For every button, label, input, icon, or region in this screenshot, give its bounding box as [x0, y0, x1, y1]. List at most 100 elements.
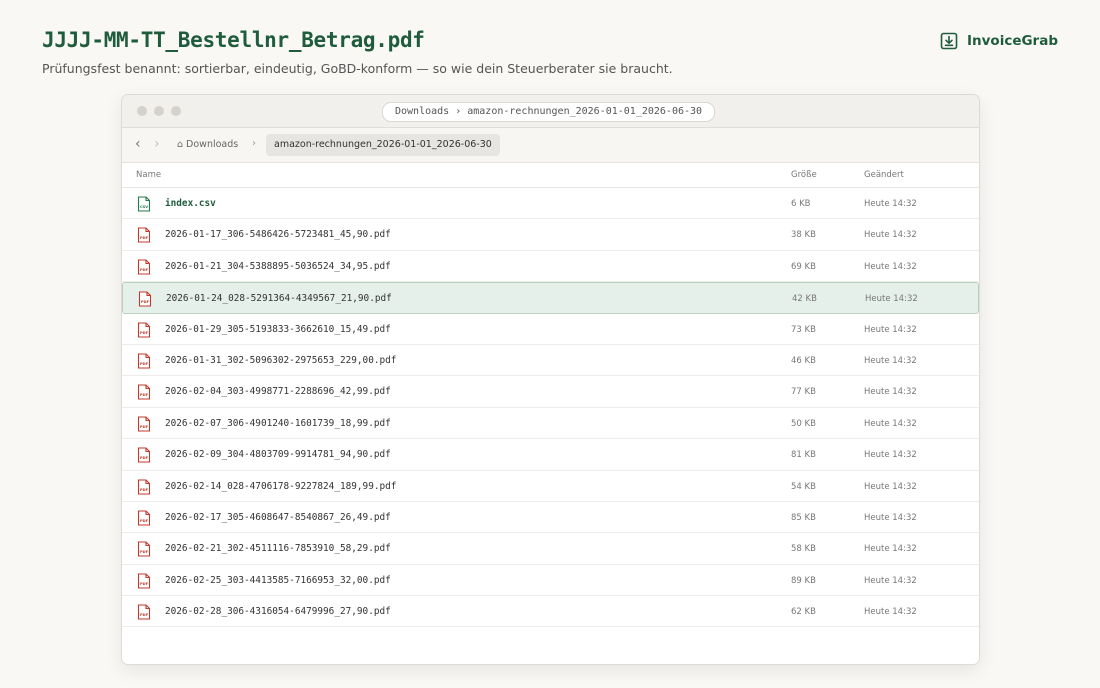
file-size: 58 KB — [791, 544, 816, 555]
pdf-file-icon: PDF — [137, 604, 151, 624]
file-name: index.csv — [165, 198, 216, 209]
forward-button[interactable]: › — [154, 136, 160, 152]
pdf-file-icon: PDF — [137, 416, 151, 436]
file-name: 2026-01-29_305-5193833-3662610_15,49.pdf — [165, 323, 391, 335]
svg-text:CSV: CSV — [140, 205, 148, 209]
pdf-file-icon: PDF — [137, 259, 151, 279]
file-name: 2026-01-21_304-5388895-5036524_34,95.pdf — [165, 260, 391, 272]
svg-text:PDF: PDF — [141, 300, 150, 304]
svg-text:PDF: PDF — [140, 613, 149, 617]
column-modified-header[interactable]: Geändert — [864, 170, 904, 180]
file-modified: Heute 14:32 — [864, 387, 917, 398]
file-size: 89 KB — [791, 575, 816, 586]
brand-name: InvoiceGrab — [966, 33, 1058, 49]
file-modified: Heute 14:32 — [864, 199, 917, 209]
file-name: 2026-02-04_303-4998771-2288696_42,99.pdf — [165, 386, 391, 398]
pdf-file-icon: PDF — [137, 384, 151, 404]
file-row[interactable]: PDF 2026-02-09_304-4803709-9914781_94,90.… — [122, 439, 979, 471]
file-size: 38 KB — [791, 230, 816, 241]
svg-text:PDF: PDF — [140, 456, 149, 460]
file-row[interactable]: PDF 2026-01-17_306-5486426-5723481_45,90.… — [122, 219, 979, 251]
file-modified: Heute 14:32 — [864, 324, 917, 335]
window-titlebar: Downloads › amazon-rechnungen_2026-01-01… — [122, 95, 979, 128]
file-name: 2026-02-17_305-4608647-8540867_26,49.pdf — [165, 511, 391, 523]
page-title: JJJJ-MM-TT_Bestellnr_Betrag.pdf — [42, 28, 425, 52]
pdf-file-icon: PDF — [137, 227, 151, 247]
browser-toolbar: ‹ › ⌂ Downloads › amazon-rechnungen_2026… — [122, 128, 979, 163]
file-modified: Heute 14:32 — [864, 230, 917, 241]
file-modified: Heute 14:32 — [864, 261, 917, 272]
file-row[interactable]: PDF 2026-02-21_302-4511116-7853910_58,29.… — [122, 533, 979, 565]
column-size-header[interactable]: Größe — [791, 170, 817, 180]
file-name: 2026-01-17_306-5486426-5723481_45,90.pdf — [165, 229, 391, 241]
file-browser-window: Downloads › amazon-rechnungen_2026-01-01… — [121, 94, 980, 665]
file-modified: Heute 14:32 — [864, 418, 917, 429]
download-icon — [940, 32, 958, 50]
file-row[interactable]: CSV index.csv 6 KB Heute 14:32 — [122, 188, 979, 220]
file-name: 2026-02-21_302-4511116-7853910_58,29.pdf — [165, 543, 391, 555]
page-subtitle: Prüfungsfest benannt: sortierbar, eindeu… — [42, 61, 673, 76]
breadcrumb-separator: › — [252, 138, 256, 149]
file-size: 81 KB — [791, 450, 816, 461]
file-row[interactable]: PDF 2026-01-31_302-5096302-2975653_229,00… — [122, 345, 979, 377]
file-size: 50 KB — [791, 418, 816, 429]
file-row[interactable]: PDF 2026-01-29_305-5193833-3662610_15,49.… — [122, 314, 979, 345]
file-name: 2026-02-25_303-4413585-7166953_32,00.pdf — [165, 574, 391, 586]
svg-text:PDF: PDF — [140, 582, 149, 586]
file-modified: Heute 14:32 — [864, 355, 917, 366]
svg-text:PDF: PDF — [140, 425, 149, 429]
window-zoom-dot[interactable] — [171, 106, 181, 116]
file-name: 2026-02-14_028-4706178-9227824_189,99.pd… — [165, 480, 397, 492]
back-button[interactable]: ‹ — [135, 136, 141, 152]
pdf-file-icon: PDF — [137, 541, 151, 561]
file-row[interactable]: PDF 2026-02-14_028-4706178-9227824_189,99… — [122, 471, 979, 502]
file-size: 69 KB — [791, 261, 816, 272]
csv-file-icon: CSV — [137, 196, 151, 216]
pdf-file-icon: PDF — [137, 510, 151, 530]
pdf-file-icon: PDF — [138, 291, 152, 311]
window-path: Downloads › amazon-rechnungen_2026-01-01… — [382, 102, 716, 122]
svg-text:PDF: PDF — [140, 362, 149, 366]
column-name-header[interactable]: Name — [136, 170, 161, 180]
file-modified: Heute 14:32 — [864, 575, 917, 586]
file-row[interactable]: PDF 2026-02-28_306-4316054-6479996_27,90.… — [122, 596, 979, 628]
svg-text:PDF: PDF — [140, 488, 149, 492]
file-size: 73 KB — [791, 324, 816, 335]
file-row[interactable]: PDF 2026-01-21_304-5388895-5036524_34,95.… — [122, 251, 979, 283]
file-name: 2026-01-24_028-5291364-4349567_21,90.pdf — [166, 293, 392, 305]
brand-link[interactable]: InvoiceGrab — [940, 32, 1058, 50]
file-size: 54 KB — [791, 481, 816, 492]
file-row[interactable]: PDF 2026-02-25_303-4413585-7166953_32,00.… — [122, 565, 979, 597]
file-size: 46 KB — [791, 355, 816, 366]
file-row[interactable]: PDF 2026-02-04_303-4998771-2288696_42,99.… — [122, 376, 979, 408]
pdf-file-icon: PDF — [137, 447, 151, 467]
column-header: Name Größe Geändert — [122, 163, 979, 188]
file-size: 6 KB — [791, 199, 811, 209]
file-modified: Heute 14:32 — [864, 607, 917, 618]
file-name: 2026-02-07_306-4901240-1601739_18,99.pdf — [165, 417, 391, 429]
file-modified: Heute 14:32 — [864, 450, 917, 461]
window-minimize-dot[interactable] — [154, 106, 164, 116]
pdf-file-icon: PDF — [137, 322, 151, 342]
file-size: 42 KB — [792, 294, 817, 305]
file-modified: Heute 14:32 — [865, 294, 918, 305]
svg-text:PDF: PDF — [140, 393, 149, 397]
file-row[interactable]: PDF 2026-01-24_028-5291364-4349567_21,90.… — [122, 282, 979, 314]
breadcrumb-current-folder[interactable]: amazon-rechnungen_2026-01-01_2026-06-30 — [266, 134, 500, 156]
file-modified: Heute 14:32 — [864, 544, 917, 555]
file-row[interactable]: PDF 2026-02-17_305-4608647-8540867_26,49.… — [122, 502, 979, 534]
file-modified: Heute 14:32 — [864, 512, 917, 523]
pdf-file-icon: PDF — [137, 353, 151, 373]
file-list: CSV index.csv 6 KB Heute 14:32 PDF 2026-01-17… — [122, 188, 979, 628]
file-name: 2026-02-09_304-4803709-9914781_94,90.pdf — [165, 449, 391, 461]
svg-text:PDF: PDF — [140, 236, 149, 240]
window-close-dot[interactable] — [137, 106, 147, 116]
svg-text:PDF: PDF — [140, 519, 149, 523]
svg-text:PDF: PDF — [140, 331, 149, 335]
file-name: 2026-01-31_302-5096302-2975653_229,00.pd… — [165, 354, 397, 366]
file-size: 62 KB — [791, 607, 816, 618]
file-row[interactable]: PDF 2026-02-07_306-4901240-1601739_18,99.… — [122, 408, 979, 440]
file-name: 2026-02-28_306-4316054-6479996_27,90.pdf — [165, 606, 391, 618]
svg-text:PDF: PDF — [140, 268, 149, 272]
breadcrumb-downloads[interactable]: ⌂ Downloads — [177, 139, 238, 150]
